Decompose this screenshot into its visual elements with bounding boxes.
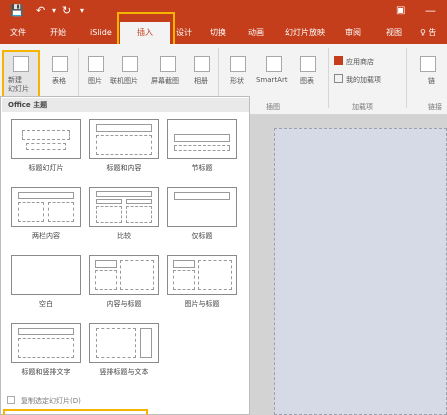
duplicate-slide-item[interactable]: 复制选定幻灯片(D) (3, 395, 247, 407)
store-label: 应用商店 (346, 58, 374, 66)
store-button[interactable]: 应用商店 (334, 56, 404, 68)
layout-caption: 竖排标题与文本 (99, 368, 149, 376)
layout-thumbnail (11, 255, 81, 295)
ribbon-tabs: 文件 开始 iSlide 插入 设计 切换 动画 幻灯片放映 审阅 视图 ♀ 告 (0, 22, 447, 44)
layout-thumbnail (167, 255, 237, 295)
gallery-header: Office 主题 (2, 98, 249, 112)
undo-dropdown-icon[interactable]: ▾ (52, 0, 56, 22)
layout-thumbnail (89, 323, 159, 363)
group-links-label: 链接 (428, 103, 442, 111)
layout-title-only[interactable]: 仅标题 (163, 187, 241, 247)
layout-thumbnail (89, 255, 159, 295)
smartart-icon[interactable] (266, 56, 282, 72)
layout-picture-caption[interactable]: 图片与标题 (163, 255, 241, 315)
layout-caption: 标题和竖排文字 (21, 368, 71, 376)
shapes-label: 形状 (230, 77, 244, 85)
table-icon[interactable] (52, 56, 68, 72)
layout-thumbnail (167, 119, 237, 159)
layout-thumbnail (11, 323, 81, 363)
tab-review[interactable]: 审阅 (345, 22, 361, 44)
layout-comparison[interactable]: 比较 (85, 187, 163, 247)
tab-view[interactable]: 视图 (386, 22, 402, 44)
title-bar: 💾 ↶ ▾ ↻ ▾ ▣ — (0, 0, 447, 22)
tab-animations[interactable]: 动画 (248, 22, 264, 44)
layout-caption: 标题幻灯片 (28, 164, 64, 172)
undo-icon[interactable]: ↶ (36, 0, 45, 22)
ribbon-display-icon[interactable]: ▣ (396, 0, 405, 22)
layout-blank[interactable]: 空白 (7, 255, 85, 315)
reuse-slides-highlight (3, 409, 148, 415)
layout-title-vertical-text[interactable]: 标题和竖排文字 (7, 323, 85, 383)
layout-caption: 节标题 (191, 164, 213, 172)
tab-design[interactable]: 设计 (176, 22, 192, 44)
layout-caption: 内容与标题 (106, 300, 142, 308)
my-addins-label: 我的加载项 (346, 76, 381, 84)
group-addins-label: 加载项 (352, 103, 373, 111)
addins-icon (334, 74, 343, 83)
layout-title-slide[interactable]: 标题幻灯片 (7, 119, 85, 179)
tab-file[interactable]: 文件 (10, 22, 26, 44)
album-icon[interactable] (194, 56, 210, 72)
tab-slideshow[interactable]: 幻灯片放映 (285, 22, 325, 44)
layout-thumbnail (89, 187, 159, 227)
new-slide-highlight (2, 50, 40, 100)
shapes-icon[interactable] (230, 56, 246, 72)
smartart-label: SmartArt (256, 76, 288, 84)
layout-caption: 标题和内容 (106, 164, 142, 172)
tab-islide[interactable]: iSlide (90, 22, 112, 44)
layout-vertical-title-text[interactable]: 竖排标题与文本 (85, 323, 163, 383)
slide-canvas[interactable] (274, 128, 447, 415)
layout-thumbnail (89, 119, 159, 159)
link-icon[interactable] (420, 56, 436, 72)
layout-title-content[interactable]: 标题和内容 (85, 119, 163, 179)
link-label: 链 (428, 77, 435, 85)
layout-caption: 比较 (117, 232, 131, 240)
tab-tell-me[interactable]: ♀ 告 (420, 22, 436, 44)
album-label: 相册 (194, 77, 208, 85)
screenshot-icon[interactable] (160, 56, 176, 72)
online-image-icon[interactable] (122, 56, 138, 72)
minimize-icon[interactable]: — (425, 0, 436, 22)
tab-home[interactable]: 开始 (50, 22, 66, 44)
group-separator (328, 48, 329, 108)
group-separator (406, 48, 407, 108)
redo-icon[interactable]: ↻ (62, 0, 71, 22)
my-addins-button[interactable]: 我的加载项 (334, 74, 404, 86)
layout-thumbnail (167, 187, 237, 227)
image-icon[interactable] (88, 56, 104, 72)
table-label: 表格 (52, 77, 66, 85)
screenshot-label: 屏幕截图 (151, 77, 179, 85)
duplicate-slide-label: 复制选定幻灯片(D) (21, 397, 81, 405)
chart-label: 图表 (300, 77, 314, 85)
online-image-label: 联机图片 (110, 77, 138, 85)
layout-gallery: Office 主题 标题幻灯片 标题和内容 节标题 两栏内容 比较 仅标题 空白… (0, 96, 250, 415)
layout-caption: 空白 (39, 300, 53, 308)
layout-caption: 仅标题 (191, 232, 213, 240)
chart-icon[interactable] (300, 56, 316, 72)
duplicate-icon (7, 396, 15, 404)
more-icon[interactable]: ▾ (80, 0, 84, 22)
layout-caption: 图片与标题 (184, 300, 220, 308)
save-icon[interactable]: 💾 (10, 0, 24, 22)
layout-caption: 两栏内容 (32, 232, 60, 240)
image-label: 图片 (88, 77, 102, 85)
layout-two-content[interactable]: 两栏内容 (7, 187, 85, 247)
layout-content-caption[interactable]: 内容与标题 (85, 255, 163, 315)
layout-thumbnail (11, 187, 81, 227)
group-illustrations-label: 插图 (266, 103, 280, 111)
layout-section-header[interactable]: 节标题 (163, 119, 241, 179)
store-icon (334, 56, 343, 65)
tab-transitions[interactable]: 切换 (210, 22, 226, 44)
layout-thumbnail (11, 119, 81, 159)
